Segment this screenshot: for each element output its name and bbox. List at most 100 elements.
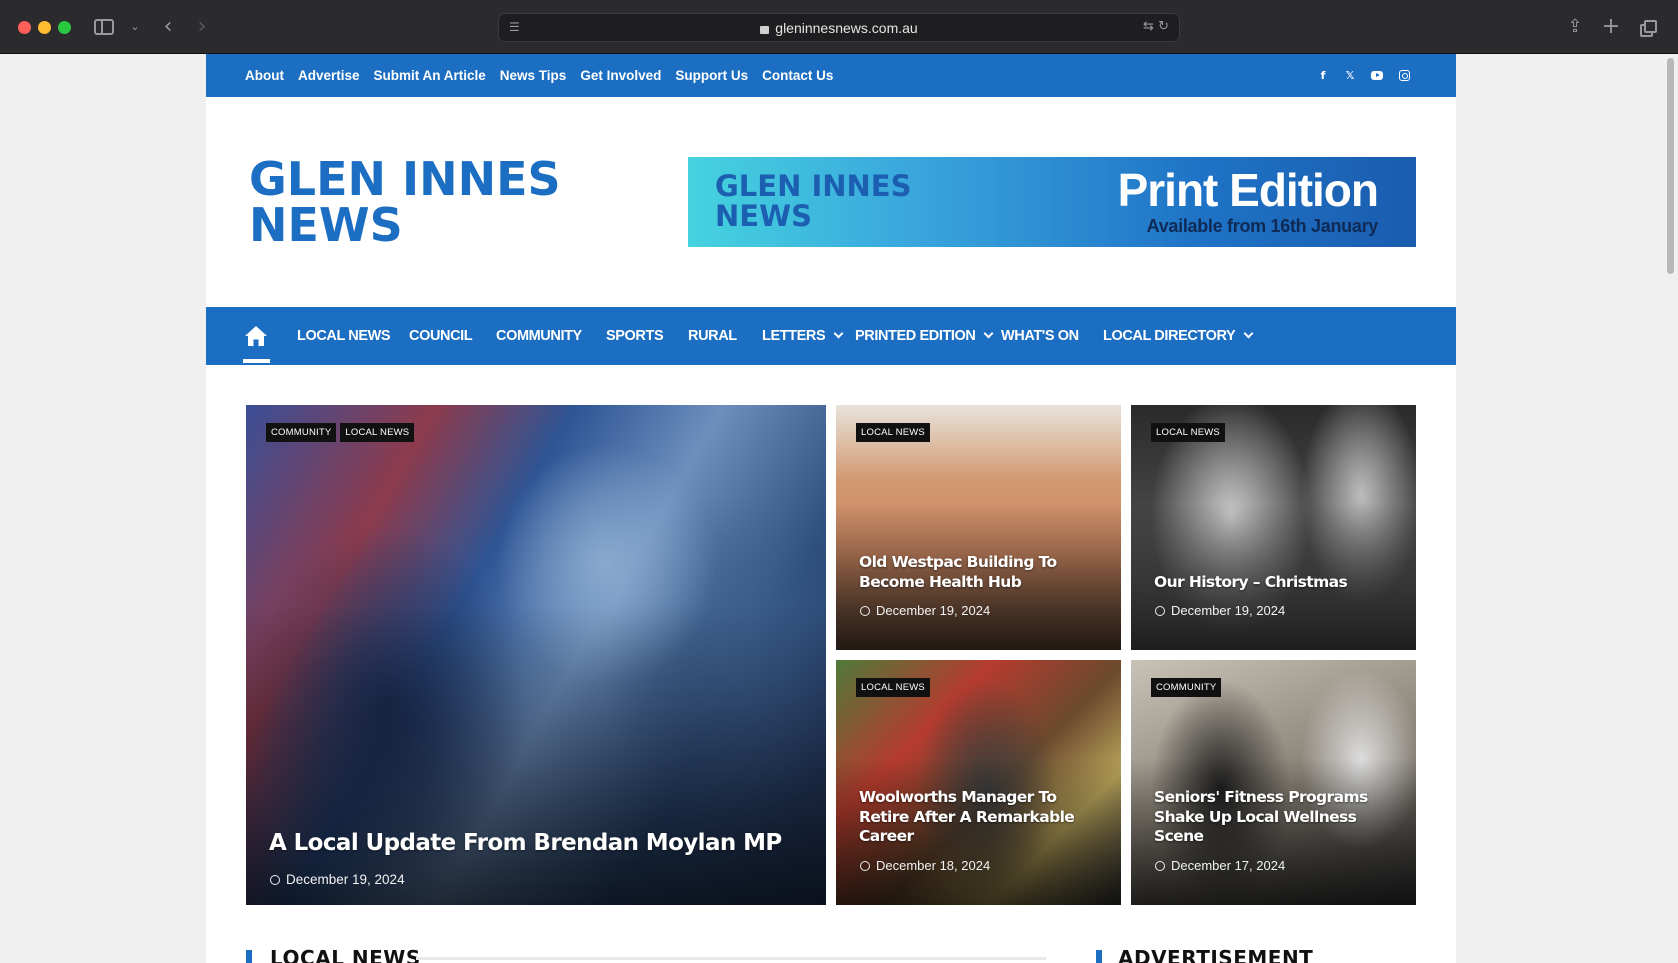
date-text: December 19, 2024	[286, 872, 405, 887]
title-line: Seniors' Fitness Programs	[1154, 788, 1368, 806]
date-text: December 18, 2024	[876, 858, 991, 873]
title-line: Our History – Christmas	[1154, 573, 1348, 591]
nav-label: PRINTED EDITION	[855, 328, 976, 344]
address-bar[interactable]: ☰ gleninnesnews.com.au ⇆ ↻	[498, 13, 1180, 42]
section-title-local-news: LOCAL NEWS	[270, 946, 421, 963]
close-window-button[interactable]	[18, 21, 31, 34]
x-icon[interactable]: 𝕏	[1344, 69, 1356, 82]
featured-article-main[interactable]: COMMUNITY LOCAL NEWS A Local Update From…	[246, 405, 826, 905]
url-text: gleninnesnews.com.au	[775, 20, 918, 36]
top-nav: About Advertise Submit An Article News T…	[245, 54, 847, 97]
article-title[interactable]: Seniors' Fitness Programs Shake Up Local…	[1154, 788, 1368, 847]
nav-label: COMMUNITY	[496, 328, 582, 344]
chevron-down-icon[interactable]: ⌄	[128, 14, 142, 40]
chevron-down-icon	[1243, 328, 1254, 339]
article-title[interactable]: A Local Update From Brendan Moylan MP	[269, 830, 782, 856]
nav-label: LETTERS	[762, 328, 826, 344]
article-title[interactable]: Old Westpac Building To Become Health Hu…	[859, 553, 1057, 592]
featured-article-3[interactable]: LOCAL NEWS Woolworths Manager To Retire …	[836, 660, 1121, 905]
date-text: December 19, 2024	[876, 603, 991, 618]
featured-article-1[interactable]: LOCAL NEWS Old Westpac Building To Becom…	[836, 405, 1121, 650]
nav-council[interactable]: COUNCIL	[409, 307, 473, 365]
zoom-window-button[interactable]	[58, 21, 71, 34]
sidebar-toggle-icon[interactable]	[94, 14, 118, 40]
article-title[interactable]: Woolworths Manager To Retire After A Rem…	[859, 788, 1075, 847]
article-title[interactable]: Our History – Christmas	[1154, 573, 1348, 593]
nav-community[interactable]: COMMUNITY	[496, 307, 582, 365]
image-overlay	[246, 605, 826, 905]
category-tag[interactable]: LOCAL NEWS	[856, 423, 930, 442]
youtube-icon[interactable]	[1371, 71, 1383, 80]
lock-icon	[760, 26, 770, 34]
active-indicator	[243, 359, 270, 363]
top-link-support-us[interactable]: Support Us	[675, 68, 748, 83]
banner-logo: GLEN INNES NEWS	[715, 171, 912, 231]
section-marker	[246, 950, 252, 963]
section-marker	[1096, 950, 1102, 963]
category-tags: LOCAL NEWS	[856, 423, 934, 442]
nav-letters[interactable]: LETTERS	[762, 307, 844, 365]
banner-title: Print Edition	[1117, 164, 1379, 216]
top-link-submit-article[interactable]: Submit An Article	[374, 68, 486, 83]
nav-rural[interactable]: RURAL	[688, 307, 737, 365]
top-link-get-involved[interactable]: Get Involved	[580, 68, 661, 83]
print-edition-banner[interactable]: GLEN INNES NEWS Print Edition Available …	[688, 157, 1416, 247]
date-text: December 19, 2024	[1171, 603, 1286, 618]
nav-whats-on[interactable]: WHAT'S ON	[1001, 307, 1079, 365]
featured-article-4[interactable]: COMMUNITY Seniors' Fitness Programs Shak…	[1131, 660, 1416, 905]
section-divider	[416, 957, 1046, 960]
top-link-contact-us[interactable]: Contact Us	[762, 68, 833, 83]
article-date: December 17, 2024	[1155, 858, 1285, 873]
chevron-down-icon	[984, 328, 994, 339]
nav-local-directory[interactable]: LOCAL DIRECTORY	[1103, 307, 1254, 365]
article-date: December 19, 2024	[860, 603, 990, 618]
minimize-window-button[interactable]	[38, 21, 51, 34]
nav-sports[interactable]: SPORTS	[606, 307, 664, 365]
nav-label: COUNCIL	[409, 328, 473, 344]
category-tag[interactable]: COMMUNITY	[1151, 678, 1222, 697]
category-tags: COMMUNITY LOCAL NEWS	[266, 423, 418, 442]
new-tab-button[interactable]: +	[1601, 14, 1621, 40]
tab-overview-icon[interactable]	[1637, 14, 1659, 40]
title-line: Scene	[1154, 827, 1204, 845]
page-container: About Advertise Submit An Article News T…	[206, 54, 1456, 963]
clock-icon	[270, 875, 280, 885]
nav-local-news[interactable]: LOCAL NEWS	[297, 307, 391, 365]
forward-button[interactable]: ›	[192, 14, 212, 40]
category-tag[interactable]: LOCAL NEWS	[856, 678, 930, 697]
back-button[interactable]: ‹	[158, 14, 178, 40]
clock-icon	[860, 606, 870, 616]
nav-printed-edition[interactable]: PRINTED EDITION	[855, 307, 994, 365]
top-link-news-tips[interactable]: News Tips	[500, 68, 567, 83]
translate-icon[interactable]: ⇆	[1143, 19, 1154, 34]
category-tag[interactable]: COMMUNITY	[266, 423, 337, 442]
browser-toolbar: ⌄ ‹ › ☰ gleninnesnews.com.au ⇆ ↻ ⇪ +	[0, 0, 1678, 54]
nav-label: LOCAL DIRECTORY	[1103, 328, 1236, 344]
logo-line-1: GLEN INNES	[249, 152, 561, 206]
title-line: Retire After A Remarkable	[859, 807, 1075, 826]
top-link-about[interactable]: About	[245, 68, 284, 83]
share-icon[interactable]: ⇪	[1565, 14, 1585, 40]
instagram-icon[interactable]	[1398, 70, 1410, 81]
facebook-icon[interactable]: f	[1317, 69, 1329, 82]
site-logo[interactable]: GLEN INNES NEWS	[249, 156, 561, 248]
nav-label: RURAL	[688, 328, 737, 344]
social-links: f 𝕏	[1302, 54, 1410, 97]
title-line: Shake Up Local Wellness	[1154, 807, 1357, 826]
nav-label: LOCAL NEWS	[297, 328, 391, 344]
reload-icon[interactable]: ↻	[1158, 19, 1169, 34]
category-tags: COMMUNITY	[1151, 678, 1225, 697]
clock-icon	[860, 861, 870, 871]
featured-article-2[interactable]: LOCAL NEWS Our History – Christmas Decem…	[1131, 405, 1416, 650]
title-line: Career	[859, 827, 914, 845]
nav-label: WHAT'S ON	[1001, 328, 1079, 344]
top-link-advertise[interactable]: Advertise	[298, 68, 360, 83]
category-tag[interactable]: LOCAL NEWS	[340, 423, 415, 442]
date-text: December 17, 2024	[1171, 858, 1286, 873]
home-icon[interactable]	[244, 325, 268, 347]
article-date: December 18, 2024	[860, 858, 990, 873]
scrollbar-thumb[interactable]	[1667, 58, 1674, 274]
category-tag[interactable]: LOCAL NEWS	[1151, 423, 1225, 442]
banner-subtitle: Available from 16th January	[1146, 216, 1379, 236]
banner-logo-line-1: GLEN INNES	[715, 169, 912, 203]
